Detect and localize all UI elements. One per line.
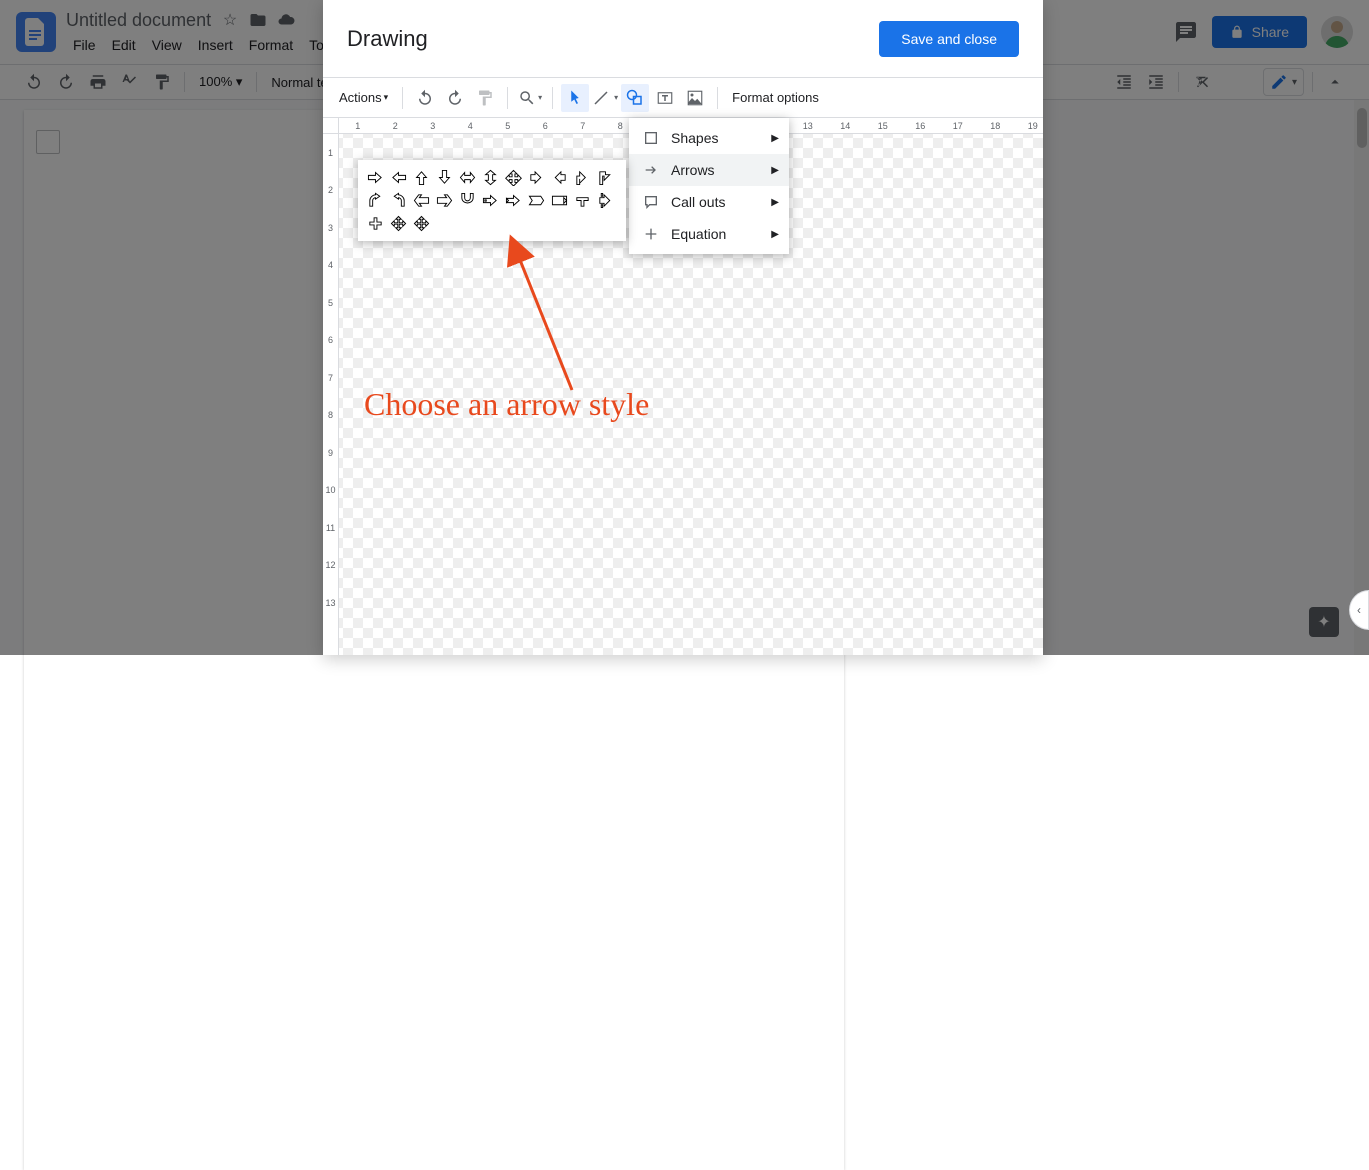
arrows-category-icon: [643, 162, 659, 178]
arrows-palette: [358, 160, 626, 241]
shape-menu-callouts[interactable]: Call outs ▶: [629, 186, 789, 218]
redo-icon[interactable]: [441, 84, 469, 112]
arrow-shape-7[interactable]: [525, 166, 548, 189]
zoom-icon[interactable]: ▾: [516, 84, 544, 112]
equation-category-icon: [643, 226, 659, 242]
arrow-shape-12[interactable]: [387, 189, 410, 212]
arrow-shape-15[interactable]: [456, 189, 479, 212]
shape-menu-arrows[interactable]: Arrows ▶: [629, 154, 789, 186]
drawing-dialog: Drawing Save and close Actions▾ ▾ ▾ Form…: [323, 0, 1043, 655]
arrow-shape-24[interactable]: [410, 212, 433, 235]
shapes-category-icon: [643, 130, 659, 146]
shape-menu-equation[interactable]: Equation ▶: [629, 218, 789, 250]
arrow-shape-11[interactable]: [364, 189, 387, 212]
dialog-title: Drawing: [347, 26, 428, 52]
arrow-shape-10[interactable]: [594, 166, 617, 189]
arrow-shape-19[interactable]: [548, 189, 571, 212]
chevron-right-icon: ▶: [771, 197, 779, 208]
shape-menu: Shapes ▶ Arrows ▶ Call outs ▶ Equation ▶: [629, 118, 789, 254]
arrow-shape-13[interactable]: [410, 189, 433, 212]
arrow-shape-17[interactable]: [502, 189, 525, 212]
dialog-header: Drawing Save and close: [323, 0, 1043, 78]
arrow-shape-20[interactable]: [571, 189, 594, 212]
arrow-shape-21[interactable]: [594, 189, 617, 212]
chevron-right-icon: ▶: [771, 133, 779, 144]
annotation-text: Choose an arrow style: [364, 386, 649, 423]
arrow-shape-0[interactable]: [364, 166, 387, 189]
arrow-shape-23[interactable]: [387, 212, 410, 235]
chevron-right-icon: ▶: [771, 165, 779, 176]
actions-menu[interactable]: Actions▾: [333, 86, 394, 109]
arrow-shape-4[interactable]: [456, 166, 479, 189]
arrow-shape-14[interactable]: [433, 189, 456, 212]
format-options[interactable]: Format options: [726, 90, 825, 105]
arrow-shape-8[interactable]: [548, 166, 571, 189]
arrow-shape-3[interactable]: [433, 166, 456, 189]
line-tool-icon[interactable]: ▾: [591, 84, 619, 112]
ruler-corner: [323, 118, 339, 134]
arrow-shape-1[interactable]: [387, 166, 410, 189]
chevron-right-icon: ▶: [771, 229, 779, 240]
arrow-shape-9[interactable]: [571, 166, 594, 189]
undo-icon[interactable]: [411, 84, 439, 112]
annotation-arrow: [502, 230, 592, 400]
drawing-toolbar: Actions▾ ▾ ▾ Format options: [323, 78, 1043, 118]
arrow-shape-22[interactable]: [364, 212, 387, 235]
textbox-tool-icon[interactable]: [651, 84, 679, 112]
select-tool-icon[interactable]: [561, 84, 589, 112]
callouts-category-icon: [643, 194, 659, 210]
arrow-shape-16[interactable]: [479, 189, 502, 212]
arrow-shape-6[interactable]: [502, 166, 525, 189]
arrow-shape-18[interactable]: [525, 189, 548, 212]
ruler-vertical: 12345678910111213: [323, 134, 339, 655]
image-tool-icon[interactable]: [681, 84, 709, 112]
paint-format-icon: [471, 84, 499, 112]
shape-tool-icon[interactable]: [621, 84, 649, 112]
shape-menu-shapes[interactable]: Shapes ▶: [629, 122, 789, 154]
save-and-close-button[interactable]: Save and close: [879, 21, 1019, 57]
arrow-shape-2[interactable]: [410, 166, 433, 189]
arrow-shape-5[interactable]: [479, 166, 502, 189]
